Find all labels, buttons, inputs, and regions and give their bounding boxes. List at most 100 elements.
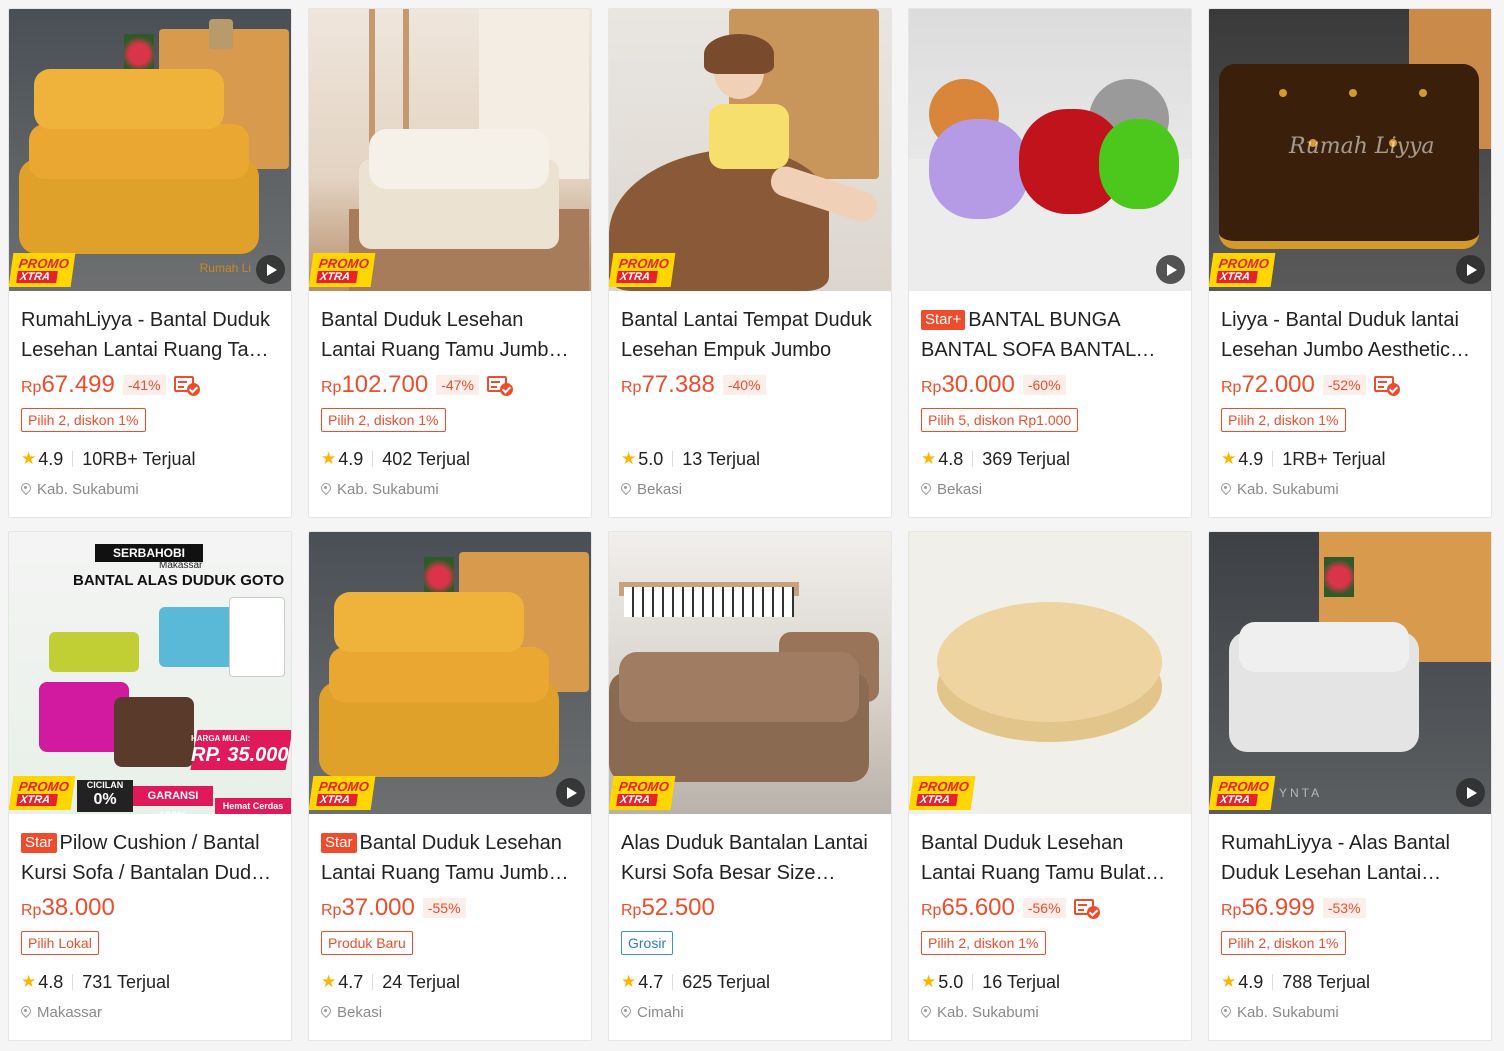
sold-count: 10RB+ Terjual — [82, 448, 196, 469]
product-card[interactable]: Rumah Li PROMO XTRA RumahLiyya - Bantal Dud… — [8, 8, 292, 518]
promo-tag: Pilih 2, diskon 1% — [21, 408, 146, 432]
product-title[interactable]: Star Bantal Duduk Lesehan Lantai Ruang Ta… — [321, 828, 579, 888]
tag-row: Grosir — [621, 925, 879, 961]
product-card[interactable]: PROMO XTRA Star Bantal Duduk Lesehan Lantai… — [308, 531, 592, 1041]
promo-xtra-badge: PROMO XTRA — [9, 253, 76, 287]
product-card[interactable]: PROMO XTRA Bantal Lantai Tempat Duduk Lese… — [608, 8, 892, 518]
product-title[interactable]: RumahLiyya - Bantal Duduk Lesehan Lantai… — [21, 305, 279, 365]
product-title-text: Liyya - Bantal Duduk lantai Lesehan Jumb… — [1221, 309, 1459, 361]
rating-row: ★ 4.7 625 Terjual — [621, 967, 879, 997]
shop-location: Bekasi — [937, 481, 983, 498]
product-title[interactable]: Liyya - Bantal Duduk lantai Lesehan Jumb… — [1221, 305, 1479, 365]
price-amount: 30.000 — [941, 371, 1015, 398]
product-info: RumahLiyya - Alas Bantal Duduk Lesehan L… — [1209, 814, 1491, 1021]
product-card[interactable]: PROMO XTRA Bantal Duduk Lesehan Lantai Rua… — [308, 8, 592, 518]
location-pin-icon — [621, 1006, 631, 1019]
shop-location: Bekasi — [337, 1004, 383, 1021]
shop-location: Kab. Sukabumi — [37, 481, 139, 498]
promo-xtra-badge: PROMO XTRA — [609, 776, 676, 810]
rating-row: ★ 4.8 731 Terjual — [21, 967, 279, 997]
product-card[interactable]: YNTA PROMO XTRA RumahLiyya - Alas Bantal Du… — [1208, 531, 1492, 1041]
shop-location: Kab. Sukabumi — [1237, 481, 1339, 498]
product-image[interactable]: SERBAHOBI Makassar BANTAL ALAS DUDUK GOT… — [9, 532, 291, 814]
price-amount: 56.999 — [1241, 894, 1315, 921]
divider — [372, 974, 374, 990]
promo-label-line2: XTRA — [316, 794, 358, 806]
rating-value: 4.7 — [638, 971, 664, 992]
product-image[interactable]: YNTA PROMO XTRA — [1209, 532, 1491, 814]
product-title[interactable]: Star Pilow Cushion / Bantal Kursi Sofa / … — [21, 828, 279, 888]
play-icon[interactable] — [1156, 255, 1185, 284]
product-price: Rp37.000 — [321, 894, 415, 922]
product-card[interactable]: Star+BANTAL BUNGA BANTAL SOFA BANTAL HIA… — [908, 8, 1192, 518]
sold-count: 24 Terjual — [382, 971, 461, 992]
play-icon[interactable] — [1456, 255, 1485, 284]
banner-guarantee: GARANSI 100% — [133, 786, 213, 814]
product-info: RumahLiyya - Bantal Duduk Lesehan Lantai… — [9, 291, 291, 498]
price-row: Rp77.388 -40% — [621, 370, 879, 400]
price-currency: Rp — [621, 902, 642, 919]
product-title[interactable]: Bantal Duduk Lesehan Lantai Ruang Tamu B… — [921, 828, 1179, 888]
product-info: Bantal Lantai Tempat Duduk Lesehan Empuk… — [609, 291, 891, 498]
product-title[interactable]: Bantal Duduk Lesehan Lantai Ruang Tamu J… — [321, 305, 579, 365]
product-image[interactable]: PROMO XTRA — [309, 9, 591, 291]
price-amount: 67.499 — [41, 371, 115, 398]
location-pin-icon — [1221, 1006, 1231, 1019]
product-price: Rp65.600 — [921, 894, 1015, 922]
product-image[interactable]: PROMO XTRA — [309, 532, 591, 814]
promo-label-line2: XTRA — [16, 794, 58, 806]
product-title[interactable]: Star+BANTAL BUNGA BANTAL SOFA BANTAL HIA… — [921, 305, 1179, 365]
promo-label-line1: PROMO — [917, 779, 971, 794]
product-card[interactable]: Rumah Liyya PROMO XTRA Liyya - Bantal Duduk… — [1208, 8, 1492, 518]
tag-row: Produk Baru — [321, 925, 579, 961]
sold-count: 788 Terjual — [1282, 971, 1371, 992]
price-currency: Rp — [21, 379, 42, 396]
location-row: Kab. Sukabumi — [321, 481, 579, 498]
product-title-text: Bantal Duduk Lesehan Lantai Ruang Tamu J… — [321, 309, 560, 361]
product-info: Bantal Duduk Lesehan Lantai Ruang Tamu J… — [309, 291, 591, 498]
location-pin-icon — [1221, 483, 1231, 496]
product-card[interactable]: SERBAHOBI Makassar BANTAL ALAS DUDUK GOT… — [8, 531, 292, 1041]
promo-tag: Pilih Lokal — [21, 931, 99, 955]
discount-badge: -53% — [1322, 898, 1366, 918]
banner-zero: 0% — [93, 791, 117, 808]
location-pin-icon — [921, 1006, 931, 1019]
product-title-text: Bantal Lantai Tempat Duduk Lesehan Empuk… — [621, 309, 872, 361]
location-pin-icon — [921, 483, 931, 496]
product-title[interactable]: Bantal Lantai Tempat Duduk Lesehan Empuk… — [621, 305, 879, 365]
price-row: Rp30.000 -60% — [921, 370, 1179, 400]
rating-value: 5.0 — [938, 971, 964, 992]
price-row: Rp67.499 -41% — [21, 370, 279, 400]
product-price: Rp72.000 — [1221, 371, 1315, 399]
promo-label-line1: PROMO — [17, 779, 71, 794]
product-image[interactable]: PROMO XTRA — [609, 9, 891, 291]
product-info: Star Bantal Duduk Lesehan Lantai Ruang Ta… — [309, 814, 591, 1021]
product-image[interactable]: PROMO XTRA — [609, 532, 891, 814]
promo-tag: Produk Baru — [321, 931, 413, 955]
product-image[interactable]: Rumah Li PROMO XTRA — [9, 9, 291, 291]
product-info: Star Pilow Cushion / Bantal Kursi Sofa / … — [9, 814, 291, 1021]
product-image[interactable] — [909, 9, 1191, 291]
discount-badge: -52% — [1322, 375, 1366, 395]
promo-xtra-badge: PROMO XTRA — [9, 776, 76, 810]
shop-location: Kab. Sukabumi — [337, 481, 439, 498]
divider — [1272, 974, 1274, 990]
product-image[interactable]: Rumah Liyya PROMO XTRA — [1209, 9, 1491, 291]
location-row: Bekasi — [621, 481, 879, 498]
promo-xtra-badge: PROMO XTRA — [309, 253, 376, 287]
star-seller-badge: Star — [21, 833, 57, 853]
product-info: Liyya - Bantal Duduk lantai Lesehan Jumb… — [1209, 291, 1491, 498]
product-title[interactable]: RumahLiyya - Alas Bantal Duduk Lesehan L… — [1221, 828, 1479, 888]
product-card[interactable]: PROMO XTRA Bantal Duduk Lesehan Lantai Rua… — [908, 531, 1192, 1041]
play-icon[interactable] — [1456, 778, 1485, 807]
tag-row: Pilih 5, diskon Rp1.000 — [921, 402, 1179, 438]
play-icon[interactable] — [556, 778, 585, 807]
play-icon[interactable] — [256, 255, 285, 284]
product-title[interactable]: Alas Duduk Bantalan Lantai Kursi Sofa Be… — [621, 828, 879, 888]
product-card[interactable]: PROMO XTRA Alas Duduk Bantalan Lantai Kurs… — [608, 531, 892, 1041]
product-image[interactable]: PROMO XTRA — [909, 532, 1191, 814]
location-row: Kab. Sukabumi — [21, 481, 279, 498]
divider — [1272, 451, 1274, 467]
divider — [372, 451, 374, 467]
divider — [972, 451, 974, 467]
